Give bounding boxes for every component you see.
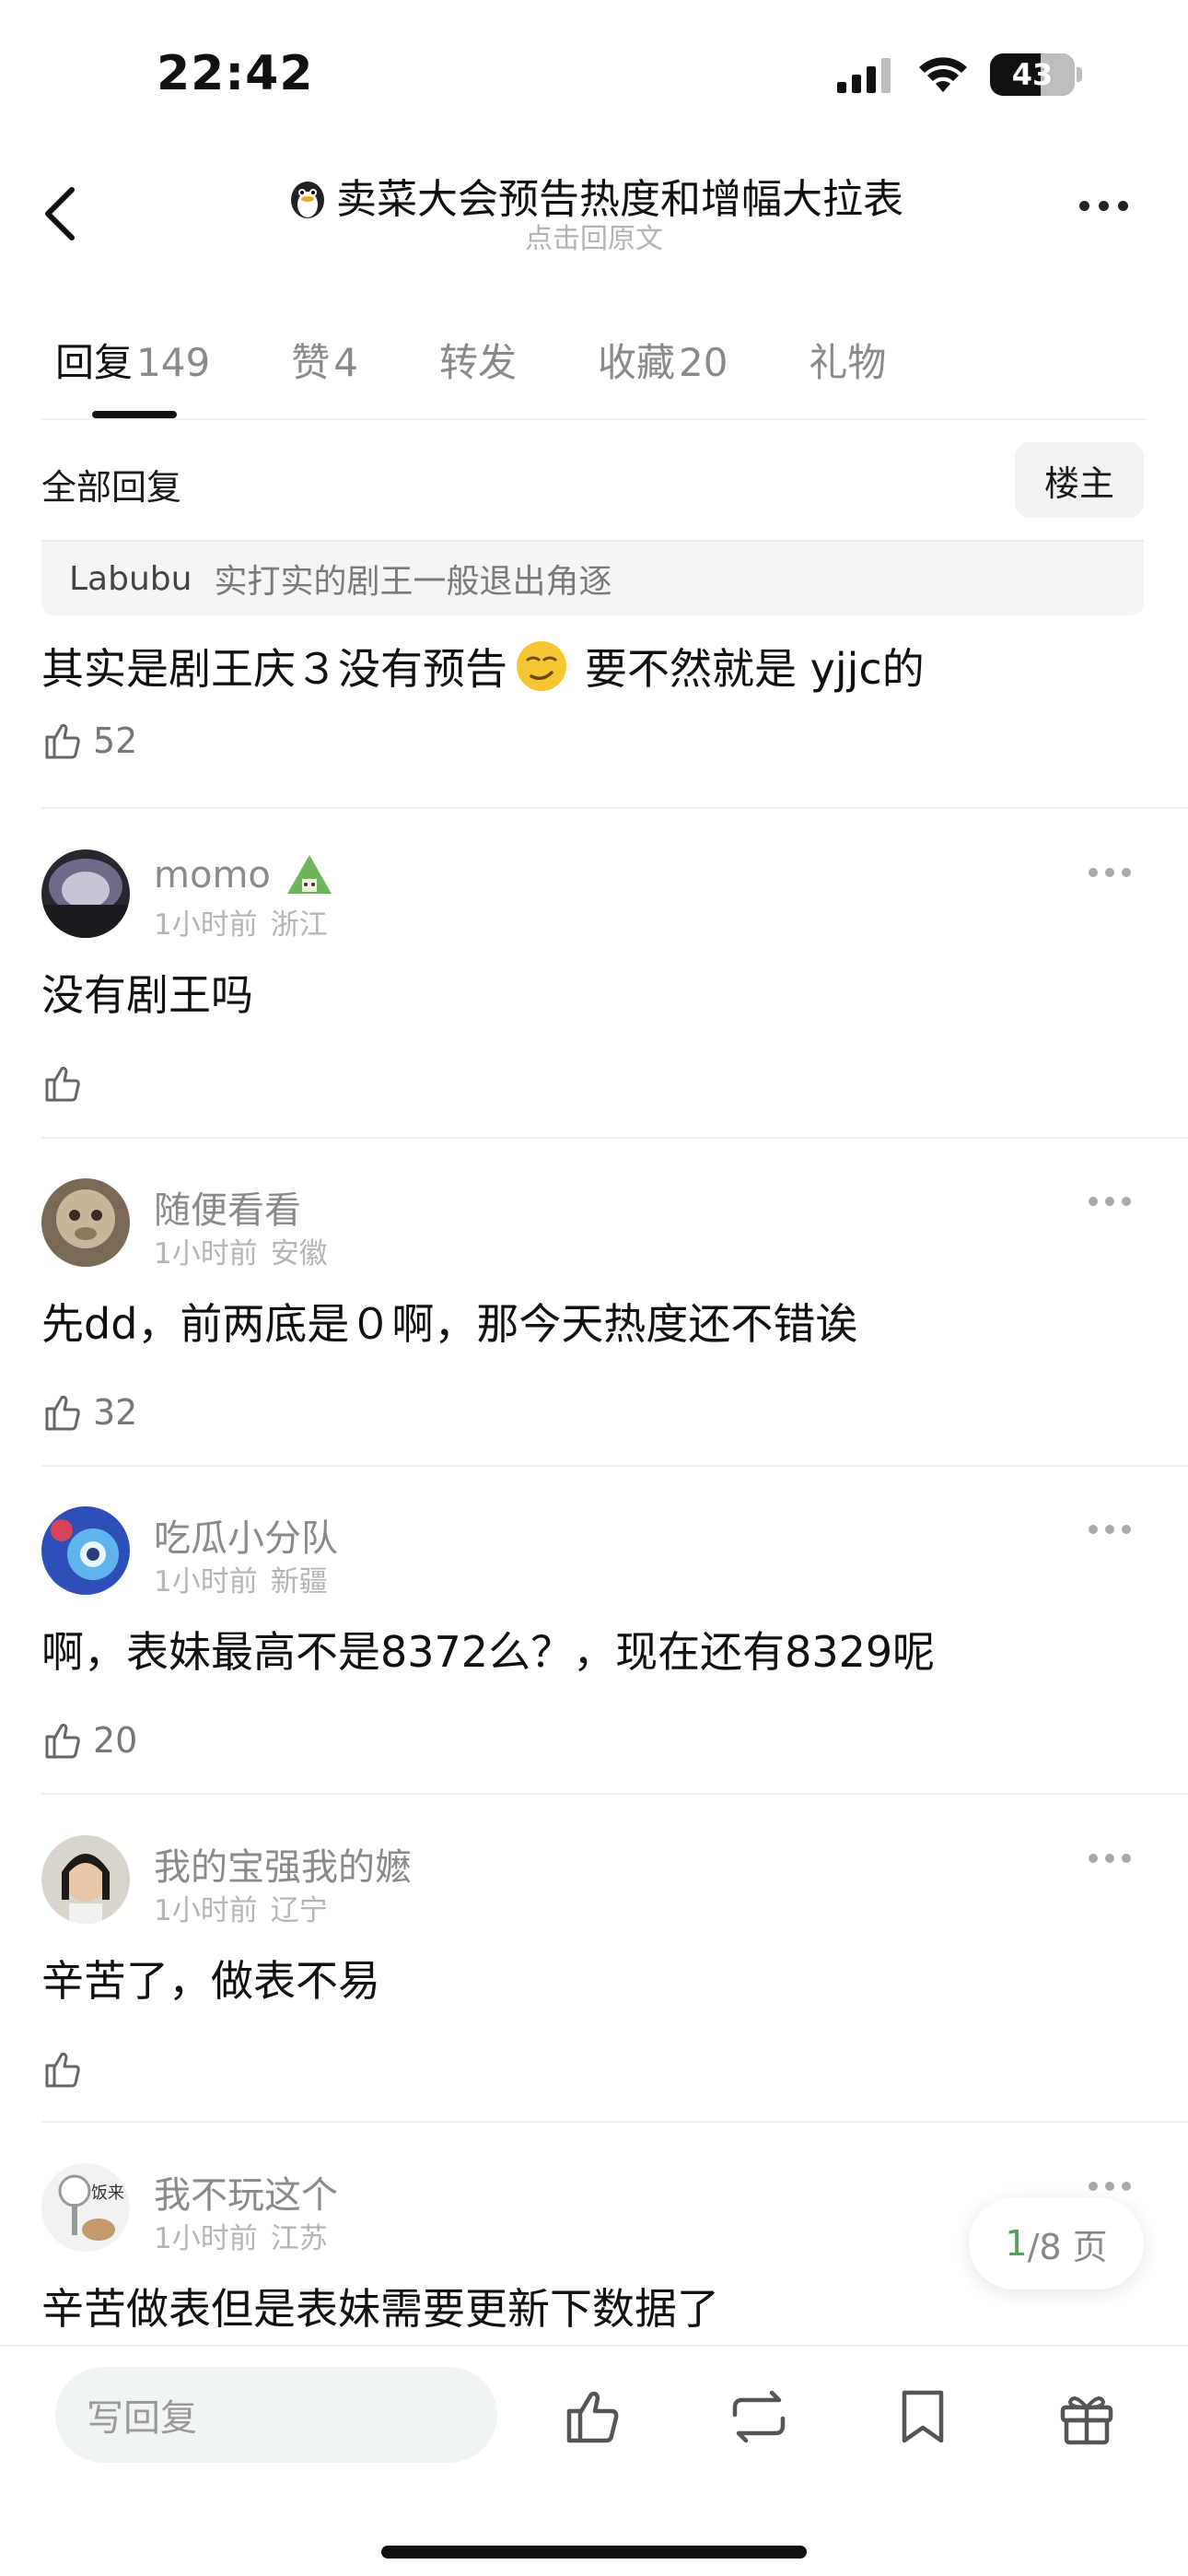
comment-meta: 1小时前 安徽 <box>154 1237 328 1270</box>
cellular-signal-icon <box>837 58 891 93</box>
username[interactable]: 随便看看 <box>154 1180 301 1234</box>
more-options-button[interactable] <box>1079 201 1128 211</box>
comment-text: 辛苦了，做表不易 <box>41 1956 380 2006</box>
tab-gifts[interactable]: 礼物 <box>809 332 886 388</box>
thumb-up-icon <box>45 723 80 759</box>
thumb-up-icon <box>45 1723 80 1759</box>
penguin-icon <box>291 181 324 218</box>
reply-text: 其实是剧王庆３没有预告 要不然就是 yjjc的 <box>41 636 925 697</box>
comment-more-button[interactable] <box>1089 1854 1131 1863</box>
tab-reposts[interactable]: 转发 <box>439 332 517 388</box>
divider <box>41 418 1147 420</box>
comment-meta: 1小时前 浙江 <box>154 908 328 942</box>
all-replies-label: 全部回复 <box>41 467 182 508</box>
comment-more-button[interactable] <box>1089 2182 1131 2191</box>
battery-indicator: 43 <box>990 53 1075 96</box>
divider <box>41 1793 1188 1795</box>
page-indicator[interactable]: 1/8 页 <box>969 2197 1144 2289</box>
repost-icon[interactable] <box>726 2383 792 2450</box>
more-icon <box>1089 868 1098 877</box>
zongzi-badge-icon <box>286 855 332 894</box>
active-tab-indicator <box>92 411 177 418</box>
quoted-author: Labubu <box>69 559 192 598</box>
thumb-up-icon <box>45 2052 80 2088</box>
bottom-action-bar: 写回复 <box>0 2345 1188 2576</box>
username[interactable]: 吃瓜小分队 <box>154 1508 338 1562</box>
divider <box>41 2121 1188 2123</box>
username[interactable]: 我不玩这个 <box>154 2165 338 2219</box>
op-only-button[interactable]: 楼主 <box>1015 442 1144 518</box>
more-icon <box>1089 1854 1098 1863</box>
like-button[interactable] <box>41 1061 93 1106</box>
tab-replies[interactable]: 回复149 <box>55 332 210 388</box>
comment-more-button[interactable] <box>1089 868 1131 877</box>
comment-text: 没有剧王吗 <box>41 970 253 1020</box>
status-time: 22:42 <box>157 46 314 101</box>
thumb-up-icon <box>45 1395 80 1431</box>
more-icon <box>1089 1197 1098 1206</box>
tab-bar: 回复149 赞4 转发 收藏20 礼物 <box>55 332 967 388</box>
like-button[interactable] <box>41 2047 93 2091</box>
quoted-text: 实打实的剧王一般退出角逐 <box>214 563 612 601</box>
comment-meta: 1小时前 辽宁 <box>154 1894 328 1927</box>
like-button[interactable]: 32 <box>41 1390 137 1434</box>
comment-more-button[interactable] <box>1089 1525 1131 1534</box>
wifi-icon <box>919 57 967 92</box>
avatar[interactable] <box>41 849 130 938</box>
divider <box>41 1137 1188 1139</box>
reply-input[interactable]: 写回复 <box>55 2367 497 2463</box>
back-to-original-link[interactable]: 点击回原文 <box>0 216 1188 256</box>
thumb-up-icon[interactable] <box>562 2383 628 2450</box>
more-icon <box>1089 1525 1098 1534</box>
list-item: momo 1小时前 浙江 没有剧王吗 <box>0 849 1188 1178</box>
comment-meta: 1小时前 江苏 <box>154 2222 328 2255</box>
comment-text: 辛苦做表但是表妹需要更新下数据了 <box>41 2284 719 2334</box>
smirk-emoji-icon <box>517 641 566 691</box>
avatar[interactable] <box>41 1506 130 1595</box>
divider <box>41 807 1188 809</box>
comment-text: 先dd，前两底是０啊，那今天热度还不错诶 <box>41 1299 858 1349</box>
comment-text: 啊，表妹最高不是8372么？，现在还有8329呢 <box>41 1627 936 1677</box>
bookmark-icon[interactable] <box>890 2383 956 2450</box>
avatar[interactable]: 饭来 <box>41 2163 130 2252</box>
tab-likes[interactable]: 赞4 <box>291 332 358 388</box>
more-icon <box>1089 2182 1098 2191</box>
comment-more-button[interactable] <box>1089 1197 1131 1206</box>
username[interactable]: momo <box>154 851 335 899</box>
tab-favorites[interactable]: 收藏20 <box>598 332 728 388</box>
username[interactable]: 我的宝强我的嬷 <box>154 1837 412 1891</box>
comment-meta: 1小时前 新疆 <box>154 1565 328 1598</box>
status-icons: 43 <box>835 53 1082 96</box>
like-button[interactable]: 52 <box>41 719 137 763</box>
avatar[interactable] <box>41 1178 130 1267</box>
divider <box>41 1465 1188 1467</box>
quoted-reply[interactable]: Labubu 实打实的剧王一般退出角逐 <box>41 540 1144 615</box>
list-item: 随便看看 1小时前 安徽 先dd，前两底是０啊，那今天热度还不错诶 32 <box>0 1178 1188 1507</box>
like-button[interactable]: 20 <box>41 1718 137 1762</box>
list-item: 我的宝强我的嬷 1小时前 辽宁 辛苦了，做表不易 <box>0 1835 1188 2164</box>
home-indicator <box>381 2546 807 2558</box>
more-icon <box>1079 201 1089 211</box>
svg-text:饭来: 饭来 <box>91 2184 124 2203</box>
gift-icon[interactable] <box>1054 2383 1120 2450</box>
list-item: 吃瓜小分队 1小时前 新疆 啊，表妹最高不是8372么？，现在还有8329呢 20 <box>0 1506 1188 1835</box>
thumb-up-icon <box>45 1066 80 1102</box>
avatar[interactable] <box>41 1835 130 1924</box>
